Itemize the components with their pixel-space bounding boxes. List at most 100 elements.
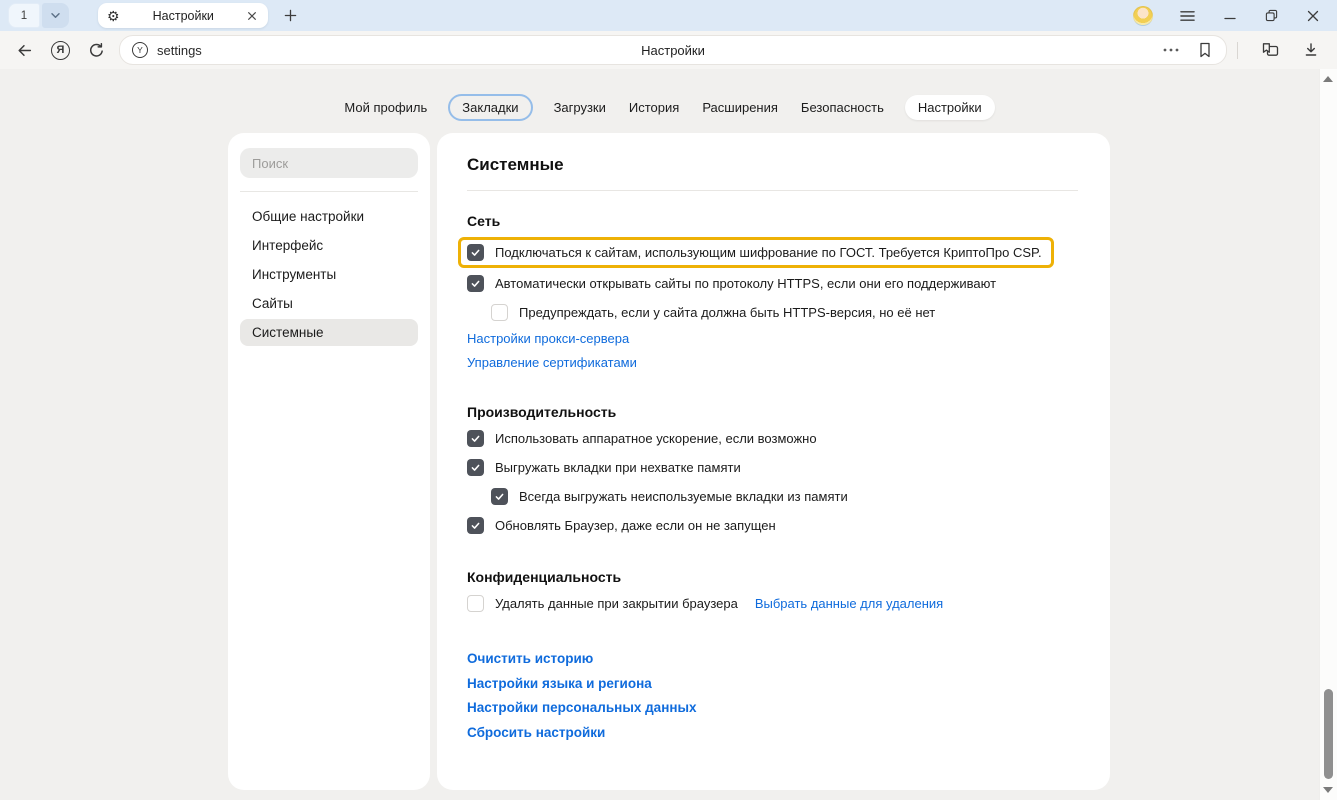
- clear-on-close-label: Удалять данные при закрытии браузера: [495, 596, 738, 611]
- sidebar-item-general[interactable]: Общие настройки: [240, 203, 418, 230]
- browser-tab-settings[interactable]: ⚙ Настройки: [98, 3, 268, 28]
- page-scrollbar[interactable]: [1319, 69, 1337, 800]
- always-unload-label: Всегда выгружать неиспользуемые вкладки …: [519, 489, 848, 504]
- clear-on-close-checkbox[interactable]: [467, 595, 484, 612]
- always-unload-row: Всегда выгружать неиспользуемые вкладки …: [491, 486, 1078, 506]
- tab-title: Настройки: [128, 9, 239, 23]
- bookmark-icon: [1198, 42, 1212, 58]
- gost-label: Подключаться к сайтам, использующим шифр…: [495, 245, 1042, 260]
- back-button[interactable]: [14, 40, 35, 61]
- sidebar-divider: [240, 191, 418, 192]
- address-bar[interactable]: Y settings Настройки: [119, 35, 1227, 65]
- section-heading-performance: Производительность: [467, 404, 1078, 420]
- panels-icon: [1261, 42, 1280, 58]
- sidebar-item-tools[interactable]: Инструменты: [240, 261, 418, 288]
- proxy-settings-link[interactable]: Настройки прокси-сервера: [467, 331, 629, 346]
- unload-tabs-label: Выгружать вкладки при нехватке памяти: [495, 460, 741, 475]
- gost-setting-highlight: Подключаться к сайтам, использующим шифр…: [458, 237, 1054, 268]
- sidebar-item-sites[interactable]: Сайты: [240, 290, 418, 317]
- minimize-button[interactable]: [1222, 8, 1238, 24]
- tab-count-button[interactable]: 1: [8, 3, 40, 28]
- tab-bookmarks[interactable]: Закладки: [448, 94, 532, 121]
- gost-checkbox[interactable]: [467, 244, 484, 261]
- scroll-down-button[interactable]: [1323, 787, 1333, 793]
- personal-data-link[interactable]: Настройки персональных данных: [467, 700, 697, 715]
- https-warn-checkbox[interactable]: [491, 304, 508, 321]
- minimize-icon: [1224, 10, 1236, 22]
- scroll-up-button[interactable]: [1323, 76, 1333, 82]
- tab-extensions[interactable]: Расширения: [700, 95, 780, 120]
- tab-close-button[interactable]: [245, 9, 259, 23]
- restore-icon: [1265, 9, 1278, 22]
- window-close-button[interactable]: [1305, 8, 1321, 24]
- hw-accel-row: Использовать аппаратное ускорение, если …: [467, 428, 1078, 448]
- https-label: Автоматически открывать сайты по протоко…: [495, 276, 996, 291]
- hamburger-icon: [1180, 10, 1195, 22]
- more-actions-button[interactable]: [1161, 46, 1181, 54]
- side-panel-button[interactable]: [1259, 40, 1282, 60]
- chevron-down-icon: [50, 12, 61, 19]
- tab-downloads[interactable]: Загрузки: [552, 95, 608, 120]
- certificates-link[interactable]: Управление сертификатами: [467, 355, 637, 370]
- yandex-logo-icon: Я: [51, 41, 70, 60]
- check-icon: [470, 433, 481, 444]
- https-warn-row: Предупреждать, если у сайта должна быть …: [491, 302, 1078, 322]
- tab-security[interactable]: Безопасность: [799, 95, 886, 120]
- settings-page: Мой профиль Закладки Загрузки История Ра…: [0, 69, 1337, 800]
- tab-bar: 1 ⚙ Настройки: [0, 0, 1337, 31]
- downloads-button[interactable]: [1301, 40, 1321, 60]
- language-region-link[interactable]: Настройки языка и региона: [467, 676, 652, 691]
- check-icon: [494, 491, 505, 502]
- search-input[interactable]: [240, 148, 418, 178]
- gear-icon: ⚙: [107, 9, 120, 23]
- page-title: Системные: [467, 155, 1078, 175]
- tab-history[interactable]: История: [627, 95, 681, 120]
- https-checkbox[interactable]: [467, 275, 484, 292]
- tab-settings[interactable]: Настройки: [905, 95, 995, 120]
- ellipsis-icon: [1163, 48, 1179, 52]
- check-icon: [470, 520, 481, 531]
- unload-tabs-row: Выгружать вкладки при нехватке памяти: [467, 457, 1078, 477]
- settings-nav-tabs: Мой профиль Закладки Загрузки История Ра…: [0, 94, 1337, 121]
- toolbar: Я Y settings Настройки: [0, 31, 1337, 70]
- choose-data-link[interactable]: Выбрать данные для удаления: [755, 596, 943, 611]
- refresh-button[interactable]: [86, 40, 107, 61]
- hw-accel-label: Использовать аппаратное ускорение, если …: [495, 431, 817, 446]
- section-heading-privacy: Конфиденциальность: [467, 569, 1078, 585]
- restore-button[interactable]: [1263, 7, 1280, 24]
- sidebar-item-system[interactable]: Системные: [240, 319, 418, 346]
- settings-main-panel: Системные Сеть Подключаться к сайтам, ис…: [437, 133, 1110, 790]
- profile-avatar[interactable]: [1133, 6, 1153, 26]
- https-warn-label: Предупреждать, если у сайта должна быть …: [519, 305, 935, 320]
- https-setting-row: Автоматически открывать сайты по протоко…: [467, 273, 1078, 293]
- check-icon: [470, 247, 481, 258]
- unload-tabs-checkbox[interactable]: [467, 459, 484, 476]
- section-heading-network: Сеть: [467, 213, 1078, 229]
- protect-icon: Y: [132, 42, 148, 58]
- plus-icon: [284, 9, 297, 22]
- settings-sidebar: Общие настройки Интерфейс Инструменты Са…: [228, 133, 430, 790]
- omnibox-page-title: Настройки: [120, 43, 1226, 58]
- always-unload-checkbox[interactable]: [491, 488, 508, 505]
- bookmark-button[interactable]: [1196, 40, 1214, 60]
- auto-update-row: Обновлять Браузер, даже если он не запущ…: [467, 515, 1078, 535]
- hw-accel-checkbox[interactable]: [467, 430, 484, 447]
- close-icon: [1307, 10, 1319, 22]
- sidebar-item-interface[interactable]: Интерфейс: [240, 232, 418, 259]
- tab-my-profile[interactable]: Мой профиль: [342, 95, 429, 120]
- auto-update-checkbox[interactable]: [467, 517, 484, 534]
- arrow-left-icon: [16, 42, 33, 59]
- auto-update-label: Обновлять Браузер, даже если он не запущ…: [495, 518, 776, 533]
- scrollbar-thumb[interactable]: [1324, 689, 1333, 779]
- close-icon: [247, 11, 257, 21]
- check-icon: [470, 278, 481, 289]
- reset-settings-link[interactable]: Сбросить настройки: [467, 725, 605, 740]
- menu-button[interactable]: [1178, 8, 1197, 24]
- refresh-icon: [88, 42, 105, 59]
- toolbar-separator: [1237, 42, 1238, 59]
- check-icon: [470, 462, 481, 473]
- yandex-logo-button[interactable]: Я: [49, 39, 72, 62]
- new-tab-button[interactable]: [281, 6, 300, 25]
- tab-list-chevron-button[interactable]: [42, 3, 69, 28]
- clear-history-link[interactable]: Очистить историю: [467, 651, 593, 666]
